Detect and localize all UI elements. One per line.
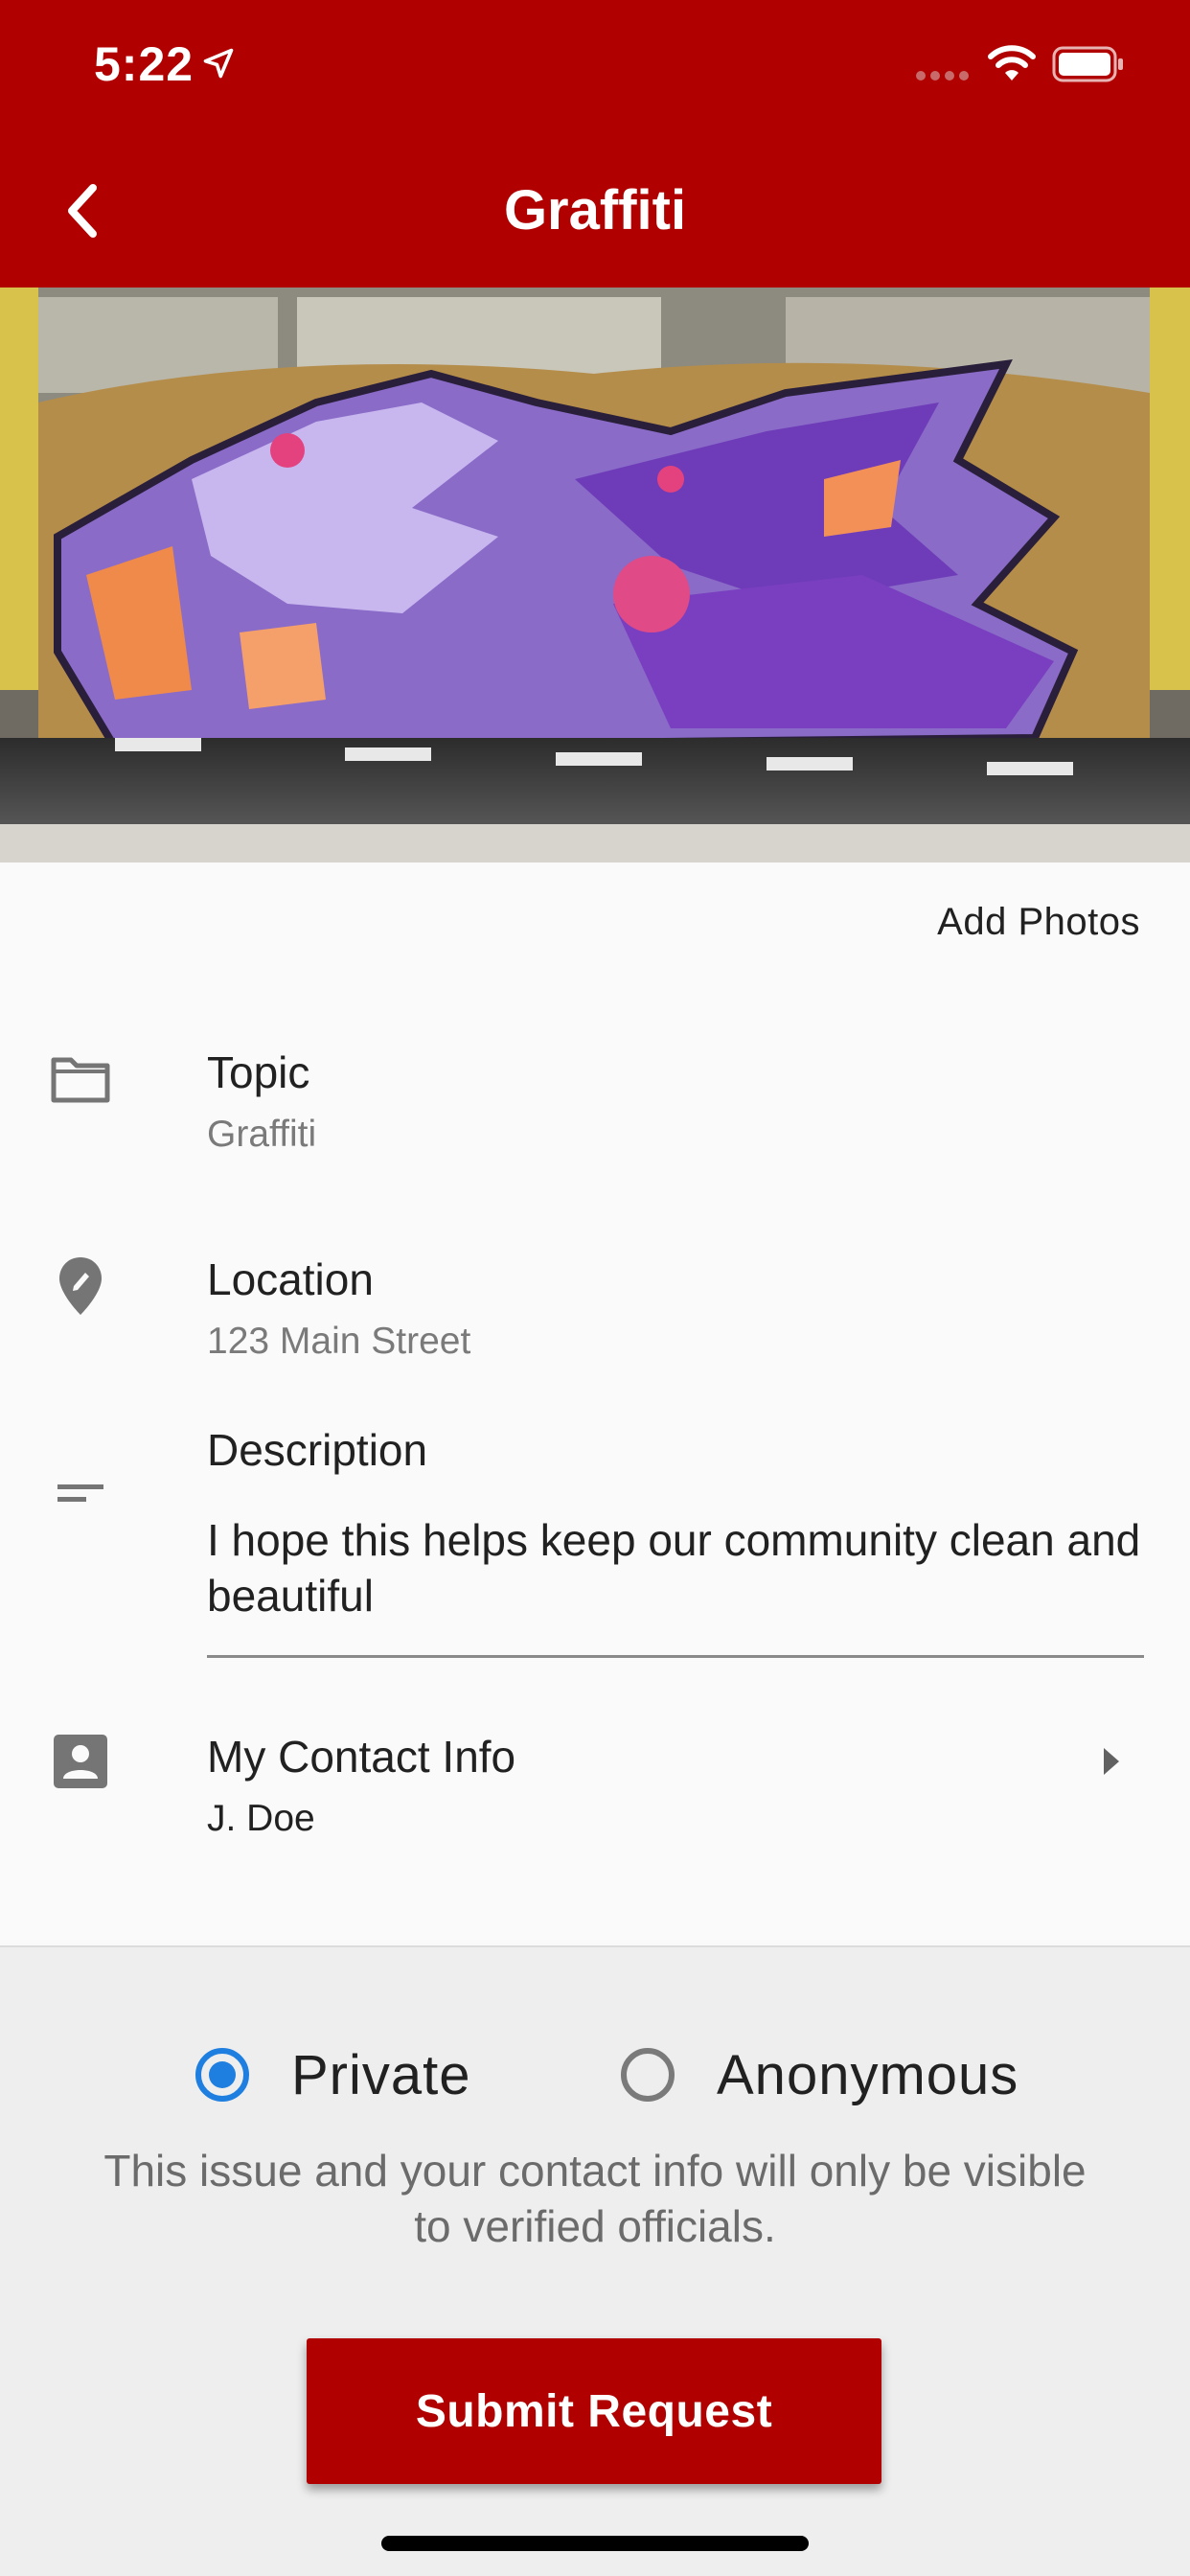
location-pin-icon <box>50 1255 111 1317</box>
description-label: Description <box>207 1425 428 1475</box>
topic-label: Topic <box>207 1047 310 1097</box>
radio-private-label: Private <box>291 2043 471 2106</box>
app-header: 5:22 Graffiti <box>0 0 1190 288</box>
status-time: 5:22 <box>94 37 195 91</box>
description-field[interactable]: I hope this helps keep our community cle… <box>207 1512 1156 1623</box>
wifi-icon <box>988 45 1036 80</box>
folder-icon <box>50 1048 111 1110</box>
add-photos-button[interactable]: Add Photos <box>937 901 1140 944</box>
page-title: Graffiti <box>503 179 687 242</box>
battery-icon <box>1052 46 1123 82</box>
location-label: Location <box>207 1254 374 1304</box>
home-indicator <box>381 2536 809 2551</box>
location-arrow-icon <box>203 48 234 79</box>
radio-unselected-icon <box>621 2048 675 2102</box>
topic-value: Graffiti <box>207 1114 317 1155</box>
radio-anonymous-label: Anonymous <box>717 2043 1019 2106</box>
chevron-right-icon <box>1104 1748 1119 1775</box>
privacy-note: This issue and your contact info will on… <box>103 2146 1087 2251</box>
notes-icon <box>50 1462 111 1524</box>
cellular-signal-icon <box>916 71 969 80</box>
contact-info-row[interactable] <box>0 1715 1190 1859</box>
contact-value: J. Doe <box>207 1798 315 1839</box>
radio-private[interactable]: Private <box>195 2041 471 2108</box>
description-underline <box>207 1655 1144 1658</box>
radio-selected-icon <box>195 2048 249 2102</box>
submit-request-button[interactable]: Submit Request <box>307 2338 881 2484</box>
issue-photo[interactable] <box>0 288 1190 862</box>
radio-anonymous[interactable]: Anonymous <box>621 2041 1018 2108</box>
contact-label: My Contact Info <box>207 1732 516 1782</box>
location-value: 123 Main Street <box>207 1321 471 1362</box>
graffiti-image <box>0 288 1190 862</box>
contact-card-icon <box>50 1731 111 1792</box>
